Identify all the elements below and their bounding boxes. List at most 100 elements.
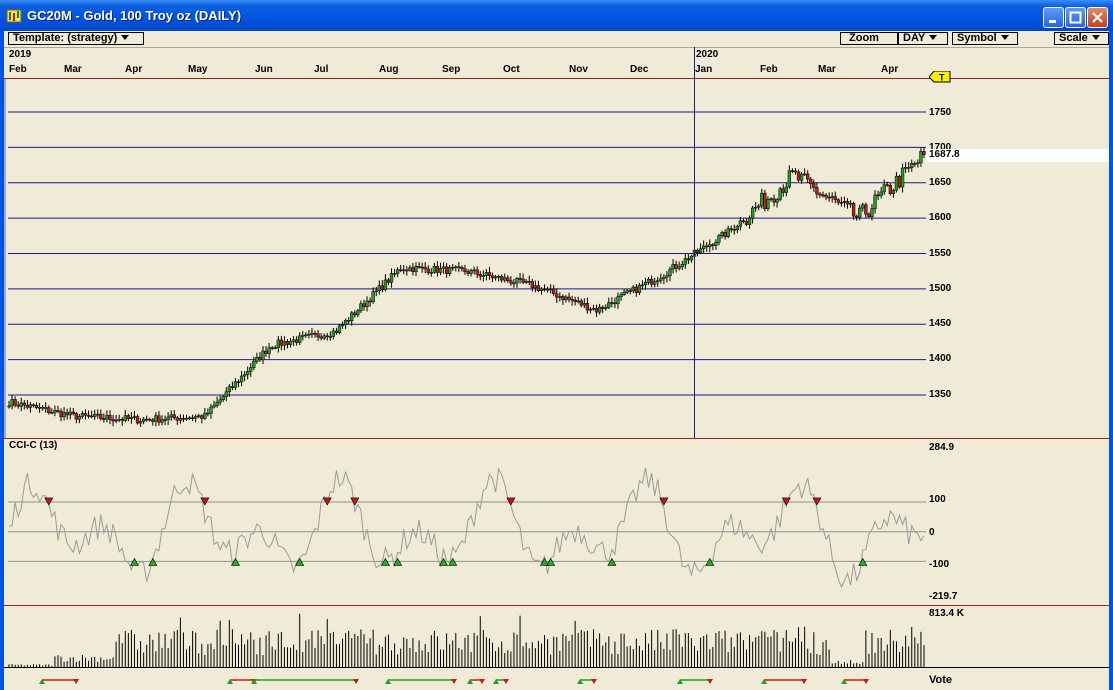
candle-down [89, 415, 94, 418]
candle-down [741, 220, 746, 222]
candle-down [270, 347, 274, 349]
candle-up [77, 416, 82, 420]
maximize-button[interactable] [1065, 7, 1086, 28]
candle-down [16, 404, 20, 407]
cci-line [8, 467, 925, 589]
candle-up [454, 266, 458, 269]
candle-up [438, 268, 443, 273]
candle-down [913, 163, 917, 165]
candle-up [493, 276, 498, 279]
candle-up [576, 300, 580, 303]
candle-down [444, 266, 449, 274]
candle-up [395, 269, 400, 274]
candle-down [610, 302, 614, 304]
candle-up [665, 275, 669, 278]
price-tick: 1550 [929, 248, 952, 259]
candle-up [209, 406, 213, 414]
candle-down [334, 330, 339, 334]
candle-down [157, 415, 161, 423]
price-tick: 1750 [929, 107, 952, 118]
trade-marker-icon[interactable]: T [929, 71, 951, 83]
candle-down [686, 258, 691, 261]
month-label: Oct [503, 64, 520, 75]
candle-down [368, 300, 372, 303]
candle-down [711, 244, 715, 246]
sell-signal-icon [350, 497, 360, 506]
candle-up [218, 399, 222, 403]
candle-up [343, 320, 348, 326]
candle-down [824, 194, 828, 198]
candle-up [873, 194, 877, 209]
candle-down [417, 266, 421, 268]
candle-down [31, 404, 36, 407]
candle-down [316, 333, 320, 338]
candle-up [910, 163, 914, 169]
candle-down [386, 279, 391, 283]
candle-down [555, 293, 559, 298]
candle-down [907, 167, 911, 169]
volume-chart[interactable] [4, 606, 926, 667]
candle-up [197, 415, 201, 417]
time-axis: 2019 2020 Feb Mar Apr May Jun Jul Aug Se… [4, 47, 926, 79]
candle-down [695, 249, 700, 253]
candle-up [340, 324, 345, 327]
trade-marker-label: T [939, 73, 945, 83]
candle-down [402, 269, 406, 272]
candle-down [86, 415, 91, 417]
candle-up [50, 412, 54, 414]
candle-up [787, 170, 792, 188]
candle-up [212, 405, 216, 408]
candle-down [126, 415, 130, 419]
symbol-label: Symbol [957, 32, 997, 44]
candle-up [766, 199, 770, 209]
vote-strip[interactable] [4, 668, 926, 690]
candle-up [178, 418, 183, 421]
symbol-dropdown[interactable]: Symbol [952, 32, 1018, 45]
candle-up [93, 413, 97, 417]
candle-down [530, 281, 534, 289]
price-chart[interactable] [4, 79, 926, 438]
candle-down [56, 410, 60, 412]
candle-down [818, 193, 822, 196]
candle-up [760, 192, 764, 207]
title-bar[interactable]: GC20M - Gold, 100 Troy oz (DAILY) [0, 0, 1113, 31]
month-label: Jul [314, 64, 329, 75]
window-title: GC20M - Gold, 100 Troy oz (DAILY) [27, 8, 242, 23]
minimize-button[interactable] [1043, 7, 1064, 28]
month-label: Apr [125, 64, 143, 75]
candle-up [365, 300, 369, 308]
candle-down [151, 419, 155, 422]
scale-dropdown[interactable]: Scale [1054, 32, 1109, 45]
candle-up [870, 208, 874, 217]
candle-down [763, 192, 767, 209]
candle-up [698, 248, 703, 253]
month-label: May [188, 64, 208, 75]
template-dropdown[interactable]: Template: (strategy) [8, 32, 144, 45]
candle-down [793, 170, 798, 173]
candle-up [671, 264, 675, 270]
candle-down [552, 288, 556, 295]
candle-up [597, 306, 602, 313]
candle-down [475, 269, 479, 275]
candle-up [916, 162, 920, 165]
candle-down [411, 267, 415, 273]
candle-down [135, 416, 140, 424]
candle-up [350, 312, 354, 322]
candle-up [702, 245, 706, 249]
candle-up [291, 339, 296, 342]
last-price-tag: 1687.8 [926, 149, 1109, 162]
close-button[interactable] [1087, 7, 1108, 28]
candle-up [631, 286, 635, 292]
candle-down [922, 151, 926, 155]
candle-down [285, 341, 290, 345]
candle-up [607, 302, 611, 308]
candle-down [230, 386, 235, 388]
candle-up [640, 284, 645, 287]
zoom-button[interactable]: Zoom [840, 32, 898, 45]
candle-down [163, 419, 167, 421]
month-label: Jan [695, 64, 713, 75]
candle-down [347, 320, 351, 322]
cci-chart[interactable] [4, 439, 926, 605]
candle-up [625, 290, 629, 293]
period-dropdown[interactable]: DAY [898, 32, 948, 45]
